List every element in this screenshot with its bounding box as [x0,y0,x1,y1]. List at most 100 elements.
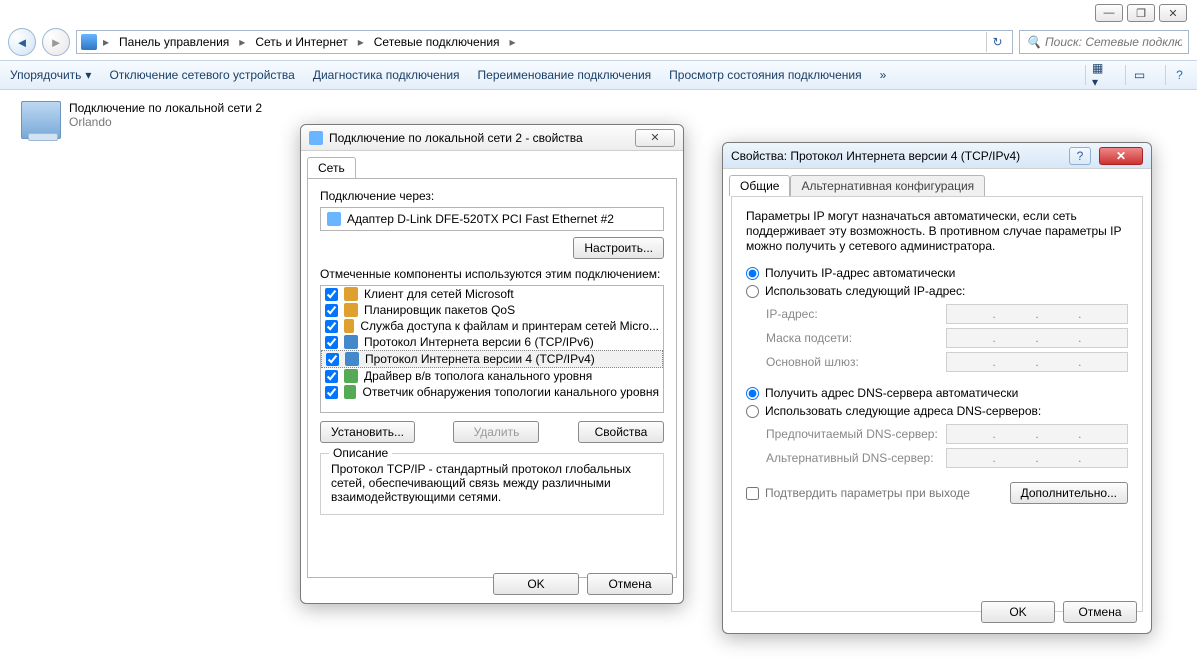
breadcrumb-item[interactable]: Панель управления [115,33,233,51]
overflow-chevron[interactable]: » [880,68,887,82]
ip-address-input: ... [946,304,1128,324]
back-button[interactable]: ◄ [8,28,36,56]
close-button[interactable]: ✕ [1159,4,1187,22]
component-item[interactable]: Планировщик пакетов QoS [321,302,663,318]
component-item[interactable]: Протокол Интернета версии 6 (TCP/IPv6) [321,334,663,350]
connection-subtext: Orlando [69,115,262,129]
breadcrumb-item[interactable]: Сеть и Интернет [251,33,351,51]
component-item[interactable]: Драйвер в/в тополога канального уровня [321,368,663,384]
connection-properties-dialog: Подключение по локальной сети 2 - свойст… [300,124,684,604]
component-checkbox[interactable] [325,304,338,317]
component-label: Ответчик обнаружения топологии канальног… [362,385,659,399]
diagnose-button[interactable]: Диагностика подключения [313,68,460,82]
component-checkbox[interactable] [326,353,339,366]
chevron-right-icon: ▸ [235,35,249,49]
component-checkbox[interactable] [325,336,338,349]
command-toolbar: Упорядочить ▾ Отключение сетевого устрой… [0,60,1197,90]
adapter-display: Адаптер D-Link DFE-520TX PCI Fast Ethern… [320,207,664,231]
search-box[interactable]: 🔍 [1019,30,1189,54]
driver-icon [344,385,356,399]
component-item[interactable]: Ответчик обнаружения топологии канальног… [321,384,663,400]
client-icon [344,287,358,301]
description-title: Описание [329,446,392,460]
radio-manual-ip-row[interactable]: Использовать следующий IP-адрес: [746,284,1128,298]
chevron-right-icon: ▸ [99,35,113,49]
breadcrumb-bar[interactable]: ▸ Панель управления ▸ Сеть и Интернет ▸ … [76,30,1013,54]
radio-auto-dns[interactable] [746,387,759,400]
gateway-input: ... [946,352,1128,372]
intro-text: Параметры IP могут назначаться автоматич… [746,209,1128,254]
radio-manual-dns[interactable] [746,405,759,418]
component-item[interactable]: Клиент для сетей Microsoft [321,286,663,302]
organize-label: Упорядочить [10,68,81,82]
maximize-button[interactable]: ❐ [1127,4,1155,22]
minimize-button[interactable]: — [1095,4,1123,22]
radio-auto-dns-row[interactable]: Получить адрес DNS-сервера автоматически [746,386,1128,400]
components-list[interactable]: Клиент для сетей Microsoft Планировщик п… [320,285,664,413]
chevron-down-icon: ▾ [85,68,91,82]
disable-device-button[interactable]: Отключение сетевого устройства [109,68,294,82]
component-label: Протокол Интернета версии 6 (TCP/IPv6) [364,335,594,349]
tab-general[interactable]: Общие [729,175,790,196]
component-label: Служба доступа к файлам и принтерам сете… [360,319,659,333]
tab-network[interactable]: Сеть [307,157,356,178]
properties-button[interactable]: Свойства [578,421,664,443]
view-options-button[interactable]: ▦ ▾ [1085,65,1107,85]
component-label: Драйвер в/в тополога канального уровня [364,369,592,383]
tab-strip: Общие Альтернативная конфигурация [723,169,1151,196]
refresh-button[interactable]: ↻ [986,32,1008,52]
radio-manual-dns-label: Использовать следующие адреса DNS-сервер… [765,404,1041,418]
install-button[interactable]: Установить... [320,421,415,443]
component-item-selected[interactable]: Протокол Интернета версии 4 (TCP/IPv4) [321,350,663,368]
breadcrumb-item[interactable]: Сетевые подключения [370,33,504,51]
component-checkbox[interactable] [325,288,338,301]
ok-button[interactable]: OK [981,601,1055,623]
dialog-titlebar[interactable]: Подключение по локальной сети 2 - свойст… [301,125,683,151]
dialog-close-button[interactable]: ✕ [1099,147,1143,165]
ip-address-label: IP-адрес: [766,307,946,321]
forward-button[interactable]: ► [42,28,70,56]
configure-button[interactable]: Настроить... [573,237,664,259]
ipv4-properties-dialog: Свойства: Протокол Интернета версии 4 (T… [722,142,1152,634]
uninstall-button: Удалить [453,421,539,443]
preferred-dns-label: Предпочитаемый DNS-сервер: [766,427,946,441]
network-connection-item[interactable]: Подключение по локальной сети 2 Orlando [16,96,276,144]
search-input[interactable] [1045,35,1182,49]
component-label: Клиент для сетей Microsoft [364,287,514,301]
help-button[interactable]: ? [1165,65,1187,85]
radio-manual-dns-row[interactable]: Использовать следующие адреса DNS-сервер… [746,404,1128,418]
cancel-button[interactable]: Отмена [587,573,673,595]
alternate-dns-input: ... [946,448,1128,468]
network-adapter-icon [21,101,61,139]
dialog-title: Свойства: Протокол Интернета версии 4 (T… [731,149,1020,163]
alternate-dns-label: Альтернативный DNS-сервер: [766,451,946,465]
component-checkbox[interactable] [325,320,338,333]
confirm-on-exit-row[interactable]: Подтвердить параметры при выходе [746,486,970,500]
components-label: Отмеченные компоненты используются этим … [320,267,664,281]
ok-button[interactable]: OK [493,573,579,595]
confirm-on-exit-checkbox[interactable] [746,487,759,500]
dialog-titlebar[interactable]: Свойства: Протокол Интернета версии 4 (T… [723,143,1151,169]
advanced-button[interactable]: Дополнительно... [1010,482,1128,504]
subnet-mask-input: ... [946,328,1128,348]
radio-auto-ip-row[interactable]: Получить IP-адрес автоматически [746,266,1128,280]
radio-auto-dns-label: Получить адрес DNS-сервера автоматически [765,386,1018,400]
radio-auto-ip[interactable] [746,267,759,280]
chevron-right-icon: ▸ [354,35,368,49]
cancel-button[interactable]: Отмена [1063,601,1137,623]
status-button[interactable]: Просмотр состояния подключения [669,68,861,82]
radio-auto-ip-label: Получить IP-адрес автоматически [765,266,955,280]
tab-strip: Сеть [301,151,683,178]
organize-menu[interactable]: Упорядочить ▾ [10,68,91,82]
help-button[interactable]: ? [1069,147,1091,165]
driver-icon [344,369,358,383]
rename-button[interactable]: Переименование подключения [478,68,652,82]
dialog-close-button[interactable]: ✕ [635,129,675,147]
preview-pane-button[interactable]: ▭ [1125,65,1147,85]
component-checkbox[interactable] [325,370,338,383]
component-item[interactable]: Служба доступа к файлам и принтерам сете… [321,318,663,334]
tab-alternative[interactable]: Альтернативная конфигурация [790,175,985,196]
radio-manual-ip[interactable] [746,285,759,298]
address-bar-row: ◄ ► ▸ Панель управления ▸ Сеть и Интерне… [8,28,1189,56]
component-checkbox[interactable] [325,386,338,399]
